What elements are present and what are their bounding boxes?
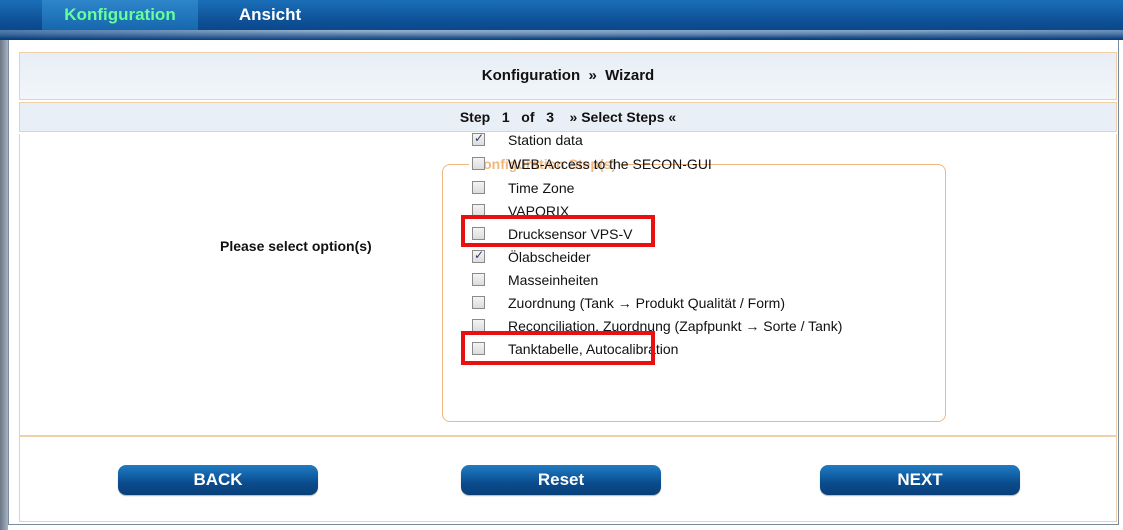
option-checkbox[interactable] <box>472 227 485 240</box>
option-checkbox[interactable] <box>472 181 485 194</box>
breadcrumb-separator: » <box>588 67 597 84</box>
panel-edge <box>0 40 8 530</box>
option-label: Zuordnung (Tank → Produkt Qualität / For… <box>508 295 785 311</box>
next-button[interactable]: NEXT <box>820 465 1020 495</box>
option-checkbox[interactable] <box>472 319 485 332</box>
option-checkbox[interactable] <box>472 248 485 263</box>
button-bar: BACK Reset NEXT <box>19 436 1117 522</box>
option-label: WEB-Access to the SECON-GUI <box>508 156 712 172</box>
option-label: Drucksensor VPS-V <box>508 226 633 242</box>
top-nav-bar: Konfiguration Ansicht <box>0 0 1123 42</box>
step-of: of <box>521 109 535 125</box>
tab-konfiguration[interactable]: Konfiguration <box>42 0 198 30</box>
step-total: 3 <box>546 109 554 125</box>
option-label: Masseinheiten <box>508 272 599 288</box>
breadcrumb-wizard: Wizard <box>605 67 655 84</box>
option-checkbox[interactable] <box>472 296 485 309</box>
option-label: Time Zone <box>508 180 575 196</box>
breadcrumb-configuration: Konfiguration <box>481 67 581 84</box>
select-prompt: Please select option(s) <box>220 238 372 254</box>
wizard-panel: Konfiguration » Wizard Step 1 of 3 » Sel… <box>8 40 1119 525</box>
back-button[interactable]: BACK <box>118 465 318 495</box>
option-checkbox[interactable] <box>472 342 485 355</box>
option-checkbox[interactable] <box>472 204 485 217</box>
options-section: Please select option(s) Configuration St… <box>19 131 1117 436</box>
tab-ansicht[interactable]: Ansicht <box>205 0 335 30</box>
option-checkbox[interactable] <box>472 131 485 146</box>
step-label: Step <box>459 109 491 125</box>
step-title: » Select Steps « <box>569 109 677 125</box>
option-label: VAPORIX <box>508 203 570 219</box>
option-checkbox[interactable] <box>472 273 485 286</box>
option-label: Tanktabelle, Autocalibration <box>508 341 679 357</box>
option-label: Reconciliation, Zuordnung (Zapfpunkt → S… <box>508 318 843 334</box>
step-indicator: Step 1 of 3 » Select Steps « <box>19 102 1117 132</box>
option-checkbox[interactable] <box>472 157 485 170</box>
reset-button[interactable]: Reset <box>461 465 661 495</box>
step-current: 1 <box>501 109 510 125</box>
option-label: Ölabscheider <box>508 249 591 265</box>
page-title: Konfiguration » Wizard <box>19 52 1117 100</box>
option-label: Station data <box>508 132 583 148</box>
